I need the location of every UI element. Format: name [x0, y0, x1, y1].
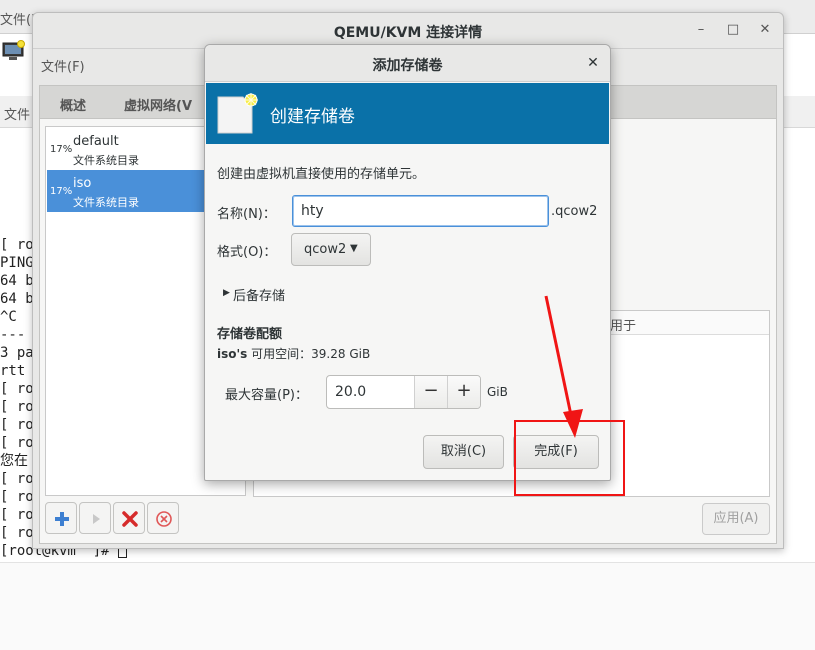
max-capacity-input[interactable]: 20.0 — [335, 384, 366, 400]
play-icon — [93, 514, 100, 524]
connection-window-title: QEMU/KVM 连接详情 — [333, 25, 483, 41]
format-value: qcow2 — [304, 242, 347, 257]
chevron-down-icon: ▼ — [350, 243, 358, 254]
x-icon — [122, 511, 138, 527]
cancel-button[interactable]: 取消(C) — [423, 435, 504, 469]
column-used-by[interactable]: 用于 — [610, 315, 636, 334]
quota-section-title: 存储卷配额 — [217, 327, 283, 342]
new-volume-icon — [215, 91, 259, 139]
pool-type: 文件系统目录 — [73, 196, 139, 209]
banner-title: 创建存储卷 — [270, 107, 355, 127]
increment-button[interactable]: + — [447, 376, 480, 408]
dialog-titlebar: 添加存储卷 ✕ — [205, 45, 610, 82]
pool-usage-percent: 17% — [50, 186, 73, 197]
plus-icon — [55, 512, 69, 526]
close-icon[interactable]: ✕ — [585, 55, 601, 71]
terminal-empty-area — [0, 562, 815, 650]
monitor-icon[interactable] — [2, 40, 26, 62]
pool-name: iso — [73, 176, 92, 191]
name-suffix: .qcow2 — [551, 204, 598, 219]
delete-icon — [156, 511, 172, 527]
pool-name: default — [73, 134, 119, 149]
available-space: iso's 可用空间：39.28 GiB — [217, 345, 370, 362]
maximize-icon[interactable]: □ — [725, 22, 741, 38]
max-capacity-label: 最大容量(P)： — [225, 388, 308, 403]
format-label: 格式(O)： — [217, 245, 277, 260]
name-label: 名称(N)： — [217, 207, 276, 222]
format-dropdown[interactable]: qcow2 ▼ — [291, 233, 371, 266]
dialog-description: 创建由虚拟机直接使用的存储单元。 — [217, 167, 426, 182]
space-value: 39.28 GiB — [311, 347, 371, 361]
menu-file[interactable]: 文件(F) — [41, 56, 85, 75]
highlight-rectangle — [514, 420, 625, 496]
terminal-tab-label[interactable]: 文件 — [4, 104, 30, 123]
max-capacity-spinner: 20.0 − + — [326, 375, 481, 409]
tab-virtual-networks[interactable]: 虚拟网络(V — [124, 95, 192, 114]
dialog-banner: 创建存储卷 — [206, 83, 609, 144]
add-pool-button[interactable] — [45, 502, 77, 534]
add-storage-volume-dialog: 添加存储卷 ✕ 创建存储卷 创建由虚拟机直接使用的存储单元。 名称(N)： ht… — [204, 44, 611, 481]
close-icon[interactable]: ✕ — [757, 22, 773, 38]
name-input[interactable]: hty — [292, 195, 549, 227]
dialog-title: 添加存储卷 — [372, 58, 443, 74]
delete-pool-button[interactable] — [147, 502, 179, 534]
capacity-unit: GiB — [487, 385, 508, 399]
pool-type: 文件系统目录 — [73, 154, 139, 167]
stop-pool-button[interactable] — [113, 502, 145, 534]
pool-usage-percent: 17% — [50, 144, 73, 155]
start-pool-button[interactable] — [79, 502, 111, 534]
tab-overview[interactable]: 概述 — [60, 95, 86, 114]
space-label: 可用空间： — [247, 347, 312, 361]
minimize-icon[interactable]: – — [693, 22, 709, 38]
backing-store-expander[interactable]: 后备存储 — [233, 285, 285, 304]
space-pool-name: iso's — [217, 347, 248, 361]
decrement-button[interactable]: − — [414, 376, 447, 408]
apply-button[interactable]: 应用(A) — [702, 503, 770, 535]
expander-arrow-icon[interactable]: ▶ — [223, 288, 230, 298]
